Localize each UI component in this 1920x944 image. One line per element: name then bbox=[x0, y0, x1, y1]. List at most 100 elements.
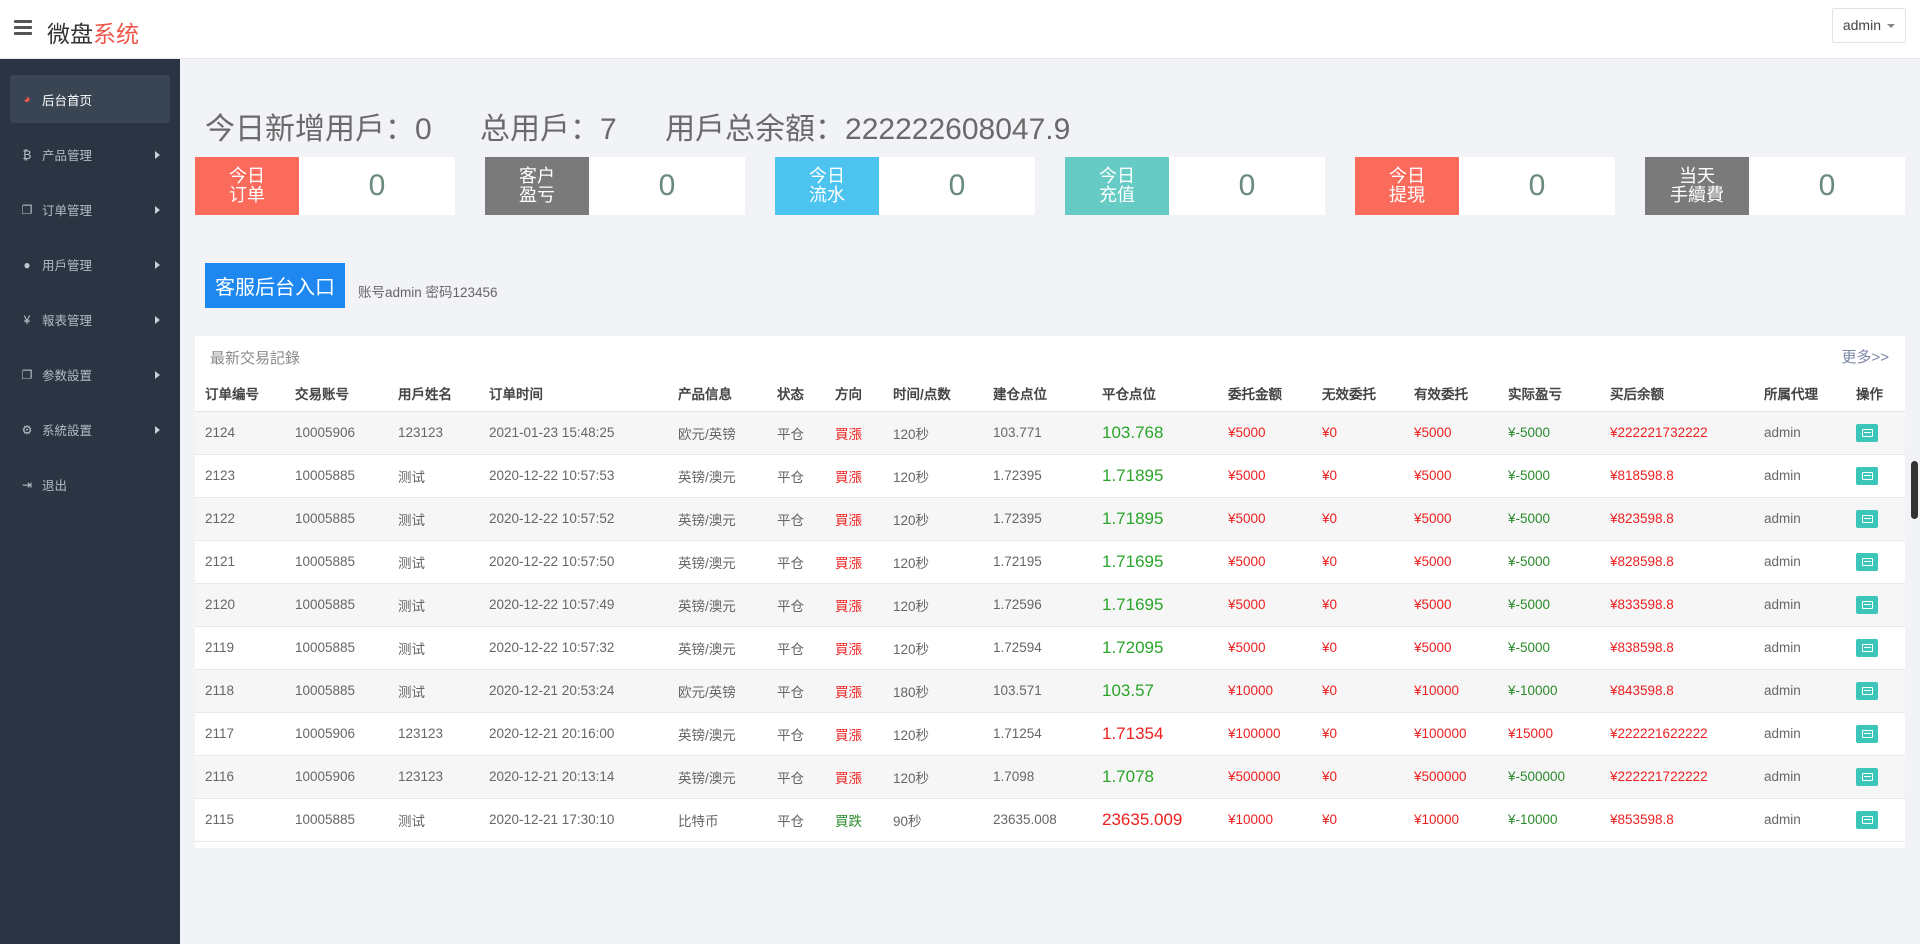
product: 比特币 bbox=[668, 798, 767, 842]
brand-main: 微盘 bbox=[47, 21, 93, 47]
main-content: 今日新增用戶：0 总用戶：7 用戶总余額：222222608047.9 今日 订单… bbox=[180, 59, 1920, 944]
stat-label: 今日 充值 bbox=[1065, 157, 1169, 215]
duration: 120秒 bbox=[883, 540, 983, 584]
order-time: 2020-12-22 10:57:32 bbox=[479, 626, 668, 670]
total-balance: 用戶总余額：222222608047.9 bbox=[665, 113, 1071, 146]
list-icon bbox=[1861, 643, 1873, 652]
balance-after: ¥828598.8 bbox=[1600, 540, 1754, 584]
sidebar-item-label: 参数設置 bbox=[42, 369, 93, 383]
actual-pnl: ¥-5000 bbox=[1498, 411, 1600, 455]
actual-pnl: ¥-5000 bbox=[1498, 497, 1600, 541]
column-header: 平仓点位 bbox=[1092, 375, 1218, 412]
sidebar-item-orders[interactable]: ❐ 订单管理 bbox=[0, 182, 180, 237]
trade-account: 10005885 bbox=[285, 626, 388, 670]
sidebar-item-reports[interactable]: ¥ 報表管理 bbox=[0, 292, 180, 347]
table-row: 2115 10005885 测试 2020-12-21 17:30:10 比特币 平仓 買跌… bbox=[195, 798, 1905, 842]
table-row: 2116 10005906 123123 2020-12-21 20:13:14 英镑/… bbox=[195, 755, 1905, 799]
stat-label: 今日 流水 bbox=[775, 157, 879, 215]
chevron-right-icon bbox=[155, 260, 160, 269]
stat-label: 今日 订单 bbox=[195, 157, 299, 215]
list-icon bbox=[1861, 815, 1873, 824]
order-id: 2122 bbox=[195, 497, 285, 541]
sidebar-item-label: 产品管理 bbox=[42, 149, 93, 163]
list-icon bbox=[1861, 471, 1873, 480]
actual-pnl: ¥-5000 bbox=[1498, 454, 1600, 498]
entrust-amount: ¥5000 bbox=[1218, 626, 1312, 670]
invalid-entrust: ¥0 bbox=[1312, 540, 1404, 584]
view-detail-button[interactable] bbox=[1856, 423, 1878, 442]
order-time: 2020-12-22 10:57:49 bbox=[479, 583, 668, 627]
column-header: 订单编号 bbox=[195, 375, 285, 412]
sidebar-item-system[interactable]: ⚙ 系統設置 bbox=[0, 402, 180, 457]
operation-cell bbox=[1846, 669, 1905, 713]
balance-after: ¥843598.8 bbox=[1600, 669, 1754, 713]
user-name: 测试 bbox=[388, 540, 479, 584]
duration: 120秒 bbox=[883, 712, 983, 756]
menu-toggle-icon[interactable] bbox=[14, 20, 32, 36]
view-detail-button[interactable] bbox=[1856, 681, 1878, 700]
copy-icon: ❐ bbox=[21, 367, 33, 382]
view-detail-button[interactable] bbox=[1856, 810, 1878, 829]
sidebar-item-label: 報表管理 bbox=[42, 314, 93, 328]
user-name: 测试 bbox=[388, 497, 479, 541]
more-link[interactable]: 更多>> bbox=[1841, 346, 1889, 367]
sidebar-item-products[interactable]: ₿ 产品管理 bbox=[0, 127, 180, 182]
customer-service-entry-button[interactable]: 客服后台入口 bbox=[205, 263, 345, 308]
direction: 買漲 bbox=[825, 755, 883, 799]
open-price: 103.571 bbox=[983, 669, 1092, 713]
sidebar-item-home[interactable]: ◕ 后台首页 bbox=[10, 75, 170, 123]
status: 平仓 bbox=[767, 669, 825, 713]
table-row: 2117 10005906 123123 2020-12-21 20:16:00 英镑/… bbox=[195, 712, 1905, 756]
user-menu-dropdown[interactable]: admin bbox=[1831, 8, 1906, 43]
table-row: 2122 10005885 测试 2020-12-22 10:57:52 英镑/澳元 平仓… bbox=[195, 497, 1905, 541]
valid-entrust: ¥10000 bbox=[1404, 669, 1498, 713]
trade-account: 10005885 bbox=[285, 798, 388, 842]
top-bar: 微盘系统 admin bbox=[0, 0, 1920, 59]
latest-trades-panel: 最新交易記錄 更多>> 订单编号 交易账号 用戶姓名 订单时间 产品信息 状态 方向 时间/点… bbox=[195, 336, 1905, 848]
sidebar-item-logout[interactable]: ⇥ 退出 bbox=[0, 457, 180, 512]
open-price: 1.71254 bbox=[983, 712, 1092, 756]
product: 英镑/澳元 bbox=[668, 497, 767, 541]
entrust-amount: ¥5000 bbox=[1218, 583, 1312, 627]
close-price: 1.71695 bbox=[1092, 540, 1218, 584]
duration: 120秒 bbox=[883, 454, 983, 498]
view-detail-button[interactable] bbox=[1856, 767, 1878, 786]
actual-pnl: ¥-5000 bbox=[1498, 540, 1600, 584]
status: 平仓 bbox=[767, 540, 825, 584]
trade-account: 10005885 bbox=[285, 669, 388, 713]
stat-label: 今日 提現 bbox=[1355, 157, 1459, 215]
stat-value: 0 bbox=[658, 169, 676, 202]
table-row: 2120 10005885 测试 2020-12-22 10:57:49 英镑/澳元 平仓… bbox=[195, 583, 1905, 627]
view-detail-button[interactable] bbox=[1856, 595, 1878, 614]
valid-entrust: ¥500000 bbox=[1404, 755, 1498, 799]
valid-entrust: ¥5000 bbox=[1404, 497, 1498, 541]
view-detail-button[interactable] bbox=[1856, 638, 1878, 657]
status: 平仓 bbox=[767, 755, 825, 799]
sidebar-item-parameters[interactable]: ❐ 参数設置 bbox=[0, 347, 180, 402]
order-time: 2020-12-22 10:57:53 bbox=[479, 454, 668, 498]
trade-account: 10005885 bbox=[285, 454, 388, 498]
column-header: 建仓点位 bbox=[983, 375, 1092, 412]
chevron-right-icon bbox=[155, 425, 160, 434]
balance-after: ¥222221622222 bbox=[1600, 712, 1754, 756]
close-price: 1.7078 bbox=[1092, 755, 1218, 799]
operation-cell bbox=[1846, 798, 1905, 842]
column-header: 时间/点数 bbox=[883, 375, 983, 412]
column-header: 方向 bbox=[825, 375, 883, 412]
scrollbar-thumb[interactable] bbox=[1911, 461, 1918, 519]
table-header-row: 订单编号 交易账号 用戶姓名 订单时间 产品信息 状态 方向 时间/点数 建仓点位 平仓点位 委托金… bbox=[195, 375, 1905, 412]
view-detail-button[interactable] bbox=[1856, 724, 1878, 743]
entrust-amount: ¥100000 bbox=[1218, 712, 1312, 756]
product: 英镑/澳元 bbox=[668, 626, 767, 670]
open-price: 23635.008 bbox=[983, 798, 1092, 842]
balance-after: ¥818598.8 bbox=[1600, 454, 1754, 498]
view-detail-button[interactable] bbox=[1856, 552, 1878, 571]
operation-cell bbox=[1846, 540, 1905, 584]
agent: admin bbox=[1754, 626, 1846, 670]
sidebar-item-users[interactable]: ● 用戶管理 bbox=[0, 237, 180, 292]
operation-cell bbox=[1846, 454, 1905, 498]
view-detail-button[interactable] bbox=[1856, 509, 1878, 528]
agent: admin bbox=[1754, 454, 1846, 498]
view-detail-button[interactable] bbox=[1856, 466, 1878, 485]
close-price: 1.71695 bbox=[1092, 583, 1218, 627]
